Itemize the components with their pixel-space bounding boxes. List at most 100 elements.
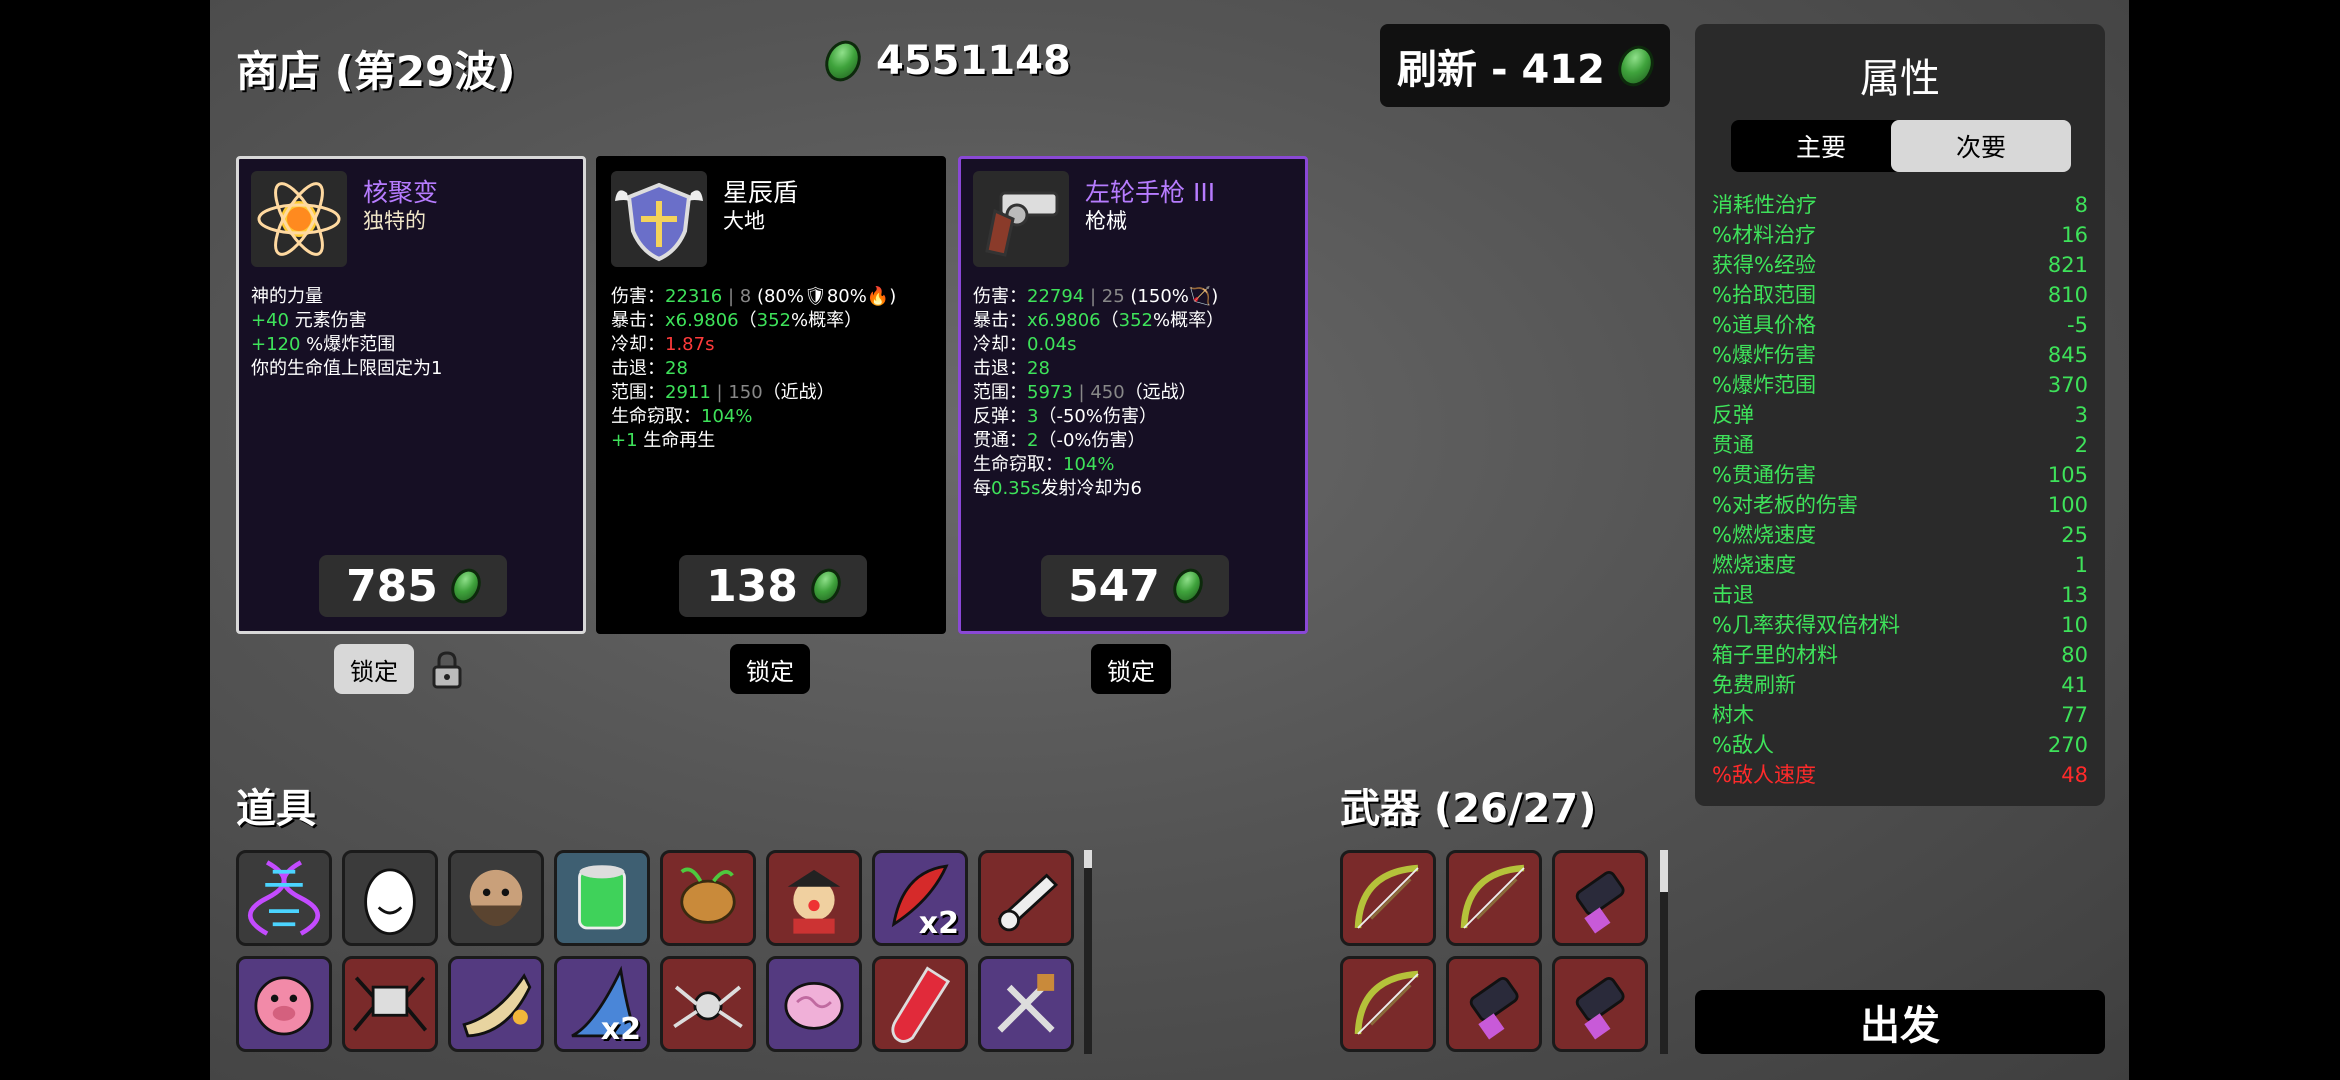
stat-value: 2 — [2074, 433, 2088, 457]
items-scrollbar[interactable] — [1084, 850, 1092, 1054]
stat-fragment: 发射冷却为6 — [1040, 478, 1142, 499]
item-slot[interactable] — [236, 850, 332, 946]
price-button[interactable]: 785 — [319, 555, 507, 617]
stat-row[interactable]: %材料治疗 16 — [1712, 220, 2088, 250]
lock-button-2[interactable]: 锁定 — [730, 644, 810, 694]
stat-row[interactable]: %拾取范围 810 — [1712, 280, 2088, 310]
stat-line: 神的力量 — [251, 285, 575, 309]
weapon-slot[interactable] — [1446, 850, 1542, 946]
tab-primary[interactable]: 主要 — [1731, 120, 1911, 172]
stat-row[interactable]: 燃烧速度 1 — [1712, 550, 2088, 580]
price-value: 785 — [346, 560, 438, 612]
lock-button-1[interactable]: 锁定 — [334, 644, 414, 694]
stat-row[interactable]: %爆炸范围 370 — [1712, 370, 2088, 400]
lock-button-3[interactable]: 锁定 — [1091, 644, 1171, 694]
stat-row[interactable]: 免费刷新 41 — [1712, 670, 2088, 700]
stat-line: 伤害：22316 | 8 (80%🛡80%🔥) — [611, 285, 935, 309]
minigun-icon — [1555, 959, 1645, 1049]
item-slot[interactable] — [766, 956, 862, 1052]
material-gem-icon — [818, 34, 868, 88]
stat-row[interactable]: 获得%经验 821 — [1712, 250, 2088, 280]
item-type: 枪械 — [1085, 209, 1127, 233]
material-gem-icon — [1167, 563, 1209, 609]
stat-row[interactable]: 消耗性治疗 8 — [1712, 190, 2088, 220]
price-value: 138 — [706, 560, 798, 612]
stat-fragment: （ — [1100, 310, 1119, 331]
stat-label: %敌人速度 — [1712, 763, 1816, 787]
item-slot[interactable]: x2 — [554, 956, 650, 1052]
item-slot[interactable] — [448, 850, 544, 946]
stat-label: %材料治疗 — [1712, 223, 1816, 247]
stat-line: 暴击：x6.9806（352%概率） — [611, 309, 935, 333]
stat-row[interactable]: 树木 77 — [1712, 700, 2088, 730]
price-button[interactable]: 547 — [1041, 555, 1229, 617]
stat-line: 冷却：1.87s — [611, 333, 935, 357]
bow-icon — [1449, 853, 1539, 943]
item-slot[interactable] — [342, 850, 438, 946]
stat-row[interactable]: %对老板的伤害 100 — [1712, 490, 2088, 520]
stat-row[interactable]: %贯通伤害 105 — [1712, 460, 2088, 490]
stat-fragment: 范围： — [611, 382, 665, 403]
shop-card-1[interactable]: 核聚变 独特的 神的力量 +40 元素伤害 +120 %爆炸范围 你的生命值上限固定为… — [236, 156, 586, 634]
stat-label: 贯通 — [1712, 433, 1754, 457]
stat-line: +40 元素伤害 — [251, 309, 575, 333]
stat-row[interactable]: 反弹 3 — [1712, 400, 2088, 430]
reroll-button[interactable]: 刷新 - 412 — [1380, 24, 1670, 107]
stat-row[interactable]: %燃烧速度 25 — [1712, 520, 2088, 550]
item-slot[interactable] — [554, 850, 650, 946]
stat-row[interactable]: %爆炸伤害 845 — [1712, 340, 2088, 370]
item-slot[interactable] — [978, 956, 1074, 1052]
item-stats: 伤害：22316 | 8 (80%🛡80%🔥) 暴击：x6.9806（352%概率… — [611, 285, 935, 453]
stat-fragment: 生命窃取： — [973, 454, 1063, 475]
weapon-slot[interactable] — [1446, 956, 1542, 1052]
stat-fragment: | 8 — [722, 286, 752, 307]
stats-panel: 属性 主要 次要 消耗性治疗 8 %材料治疗 16 获得%经验 821 %拾取范围 810 %道… — [1695, 24, 2105, 806]
item-slot[interactable] — [660, 850, 756, 946]
item-slot[interactable] — [978, 850, 1074, 946]
egg-icon — [345, 853, 435, 943]
shop-title: 商店 (第29波) — [236, 47, 516, 96]
stat-fragment: x6.9806 — [665, 310, 739, 331]
go-button[interactable]: 出发 — [1695, 990, 2105, 1054]
currency-display: 4551148 — [818, 34, 1071, 88]
item-slot[interactable] — [872, 956, 968, 1052]
weapon-slot[interactable] — [1340, 956, 1436, 1052]
stat-row[interactable]: %敌人速度 48 — [1712, 760, 2088, 790]
item-slot[interactable]: x2 — [872, 850, 968, 946]
item-slot[interactable] — [766, 850, 862, 946]
item-slot[interactable] — [660, 956, 756, 1052]
scroll-thumb[interactable] — [1660, 850, 1668, 892]
nuclear-atom-icon — [251, 171, 347, 267]
stat-fragment: 生命再生 — [637, 430, 716, 451]
weapon-slot[interactable] — [1340, 850, 1436, 946]
stat-value: 13 — [2061, 583, 2088, 607]
weapons-scrollbar[interactable] — [1660, 850, 1668, 1054]
stat-fragment: +120 — [251, 334, 301, 355]
stat-label: %道具价格 — [1712, 313, 1816, 337]
shop-card-2[interactable]: 星辰盾 大地 伤害：22316 | 8 (80%🛡80%🔥) 暴击：x6.9806… — [596, 156, 946, 634]
stat-row[interactable]: %几率获得双倍材料 10 — [1712, 610, 2088, 640]
weapon-slot[interactable] — [1552, 956, 1648, 1052]
stat-row[interactable]: 击退 13 — [1712, 580, 2088, 610]
stat-value: 8 — [2074, 193, 2088, 217]
stat-row[interactable]: %敌人 270 — [1712, 730, 2088, 760]
item-slot[interactable] — [448, 956, 544, 1052]
items-section-title: 道具 — [236, 786, 316, 832]
price-button[interactable]: 138 — [679, 555, 867, 617]
tab-secondary[interactable]: 次要 — [1891, 120, 2071, 172]
item-slot[interactable] — [342, 956, 438, 1052]
stat-line: 击退：28 — [973, 357, 1297, 381]
stat-row[interactable]: 贯通 2 — [1712, 430, 2088, 460]
weapon-slot[interactable] — [1552, 850, 1648, 946]
material-gem-icon — [445, 563, 487, 609]
scroll-thumb[interactable] — [1084, 850, 1092, 868]
stat-row[interactable]: 箱子里的材料 80 — [1712, 640, 2088, 670]
stat-label: 免费刷新 — [1712, 673, 1796, 697]
stat-row[interactable]: %道具价格 -5 — [1712, 310, 2088, 340]
stat-line: +1 生命再生 — [611, 429, 935, 453]
item-slot[interactable] — [236, 956, 332, 1052]
shop-card-3[interactable]: 左轮手枪 III 枪械 伤害：22794 | 25 (150%🏹) 暴击：x6.9… — [958, 156, 1308, 634]
stat-value: 270 — [2047, 733, 2088, 757]
price-value: 547 — [1068, 560, 1160, 612]
stat-fragment: 冷却： — [611, 334, 665, 355]
